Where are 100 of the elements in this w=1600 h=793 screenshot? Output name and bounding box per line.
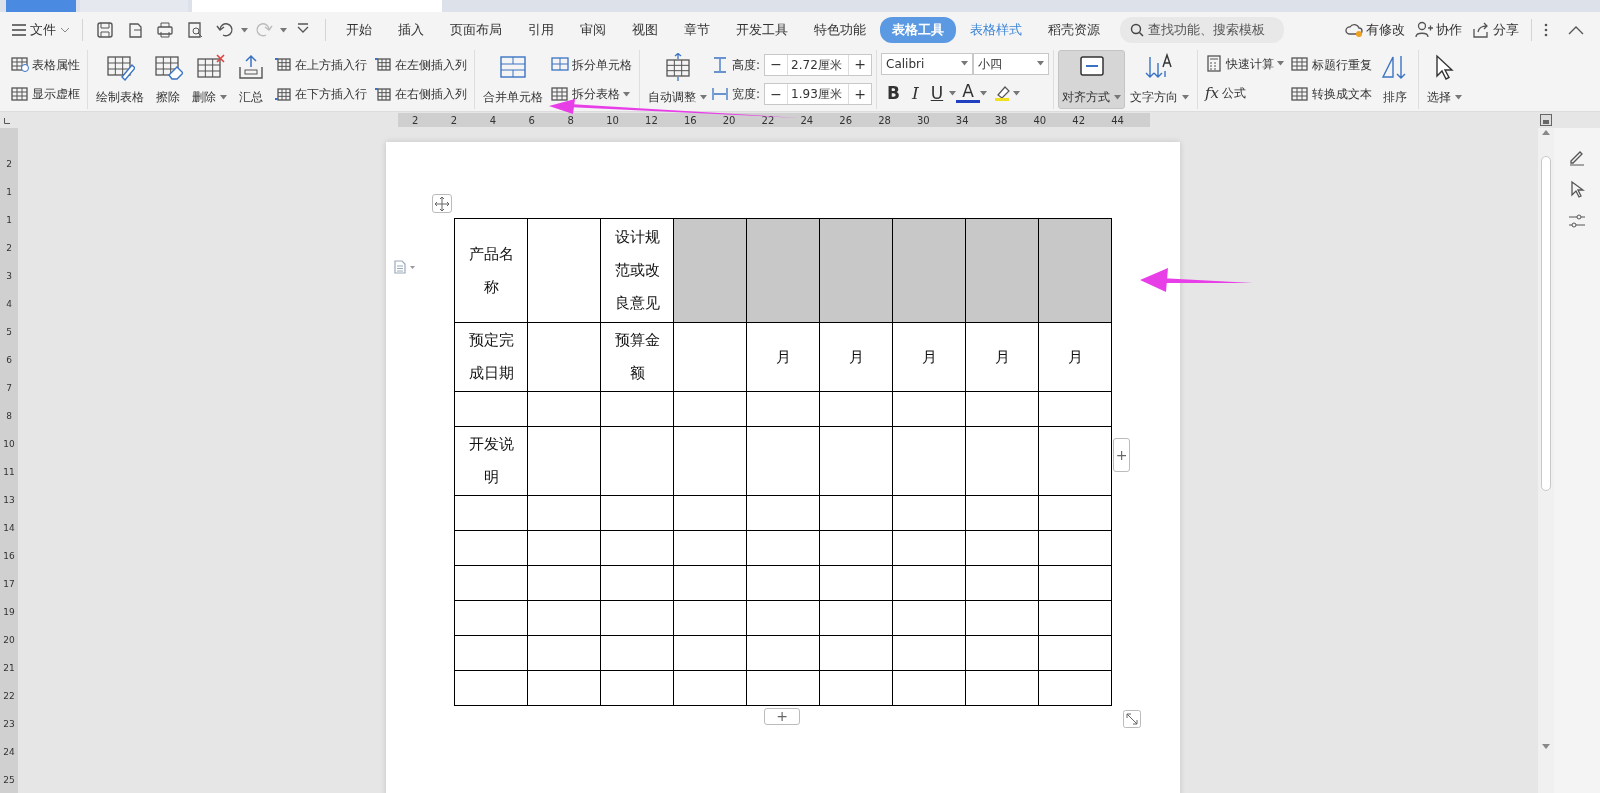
add-row-button[interactable]: + xyxy=(764,708,800,725)
table-cell: 月 xyxy=(965,322,1039,392)
pointer-icon[interactable] xyxy=(1568,180,1586,198)
ribbon-button[interactable]: 汇总 xyxy=(232,50,270,109)
spin-field[interactable]: − 1.93厘米 + xyxy=(764,83,873,106)
resize-handle-icon[interactable] xyxy=(1123,710,1141,728)
ribbon-button[interactable]: fx 公式 xyxy=(1202,80,1288,106)
menu-tab[interactable]: 插入 xyxy=(386,17,436,43)
header-action[interactable]: 协作 xyxy=(1411,18,1466,42)
ribbon-button[interactable]: 绘制表格 xyxy=(92,50,148,109)
table-gear-icon xyxy=(11,56,29,74)
ribbon-button[interactable]: 拆分单元格 xyxy=(548,54,635,75)
ribbon-button[interactable]: 选择 xyxy=(1423,50,1467,109)
ruler-toggle-icon[interactable] xyxy=(1540,114,1552,126)
font-size-field[interactable]: 小四 xyxy=(973,52,1050,75)
caret-icon xyxy=(961,61,969,67)
search-field[interactable]: 查找功能、搜索模板 xyxy=(1120,17,1284,43)
ribbon-button[interactable]: 擦除 xyxy=(149,50,187,109)
undo-icon[interactable] xyxy=(216,21,234,39)
ribbon-button[interactable]: 表格属性 xyxy=(8,54,83,75)
menu-tab[interactable]: 开始 xyxy=(334,17,384,43)
scrollbar-thumb[interactable] xyxy=(1541,156,1551,491)
add-column-button[interactable]: + xyxy=(1113,438,1130,472)
caret-icon xyxy=(1037,61,1045,67)
table-cell: 设计规范或改良意见 xyxy=(600,218,674,323)
header-rows-icon xyxy=(1291,56,1310,74)
table-cell: 月 xyxy=(819,322,893,392)
ribbon-button[interactable]: 对齐方式 xyxy=(1058,50,1126,109)
ribbon-button[interactable]: 合并单元格 xyxy=(479,50,547,109)
ribbon-button[interactable]: 显示虚框 xyxy=(8,84,83,105)
menu-tab[interactable]: 表格样式 xyxy=(958,17,1034,43)
share-icon xyxy=(1472,21,1490,39)
menu-tab[interactable]: 章节 xyxy=(672,17,722,43)
ribbon-button[interactable]: 在左侧插入列 xyxy=(371,54,470,75)
print-icon[interactable] xyxy=(156,21,174,39)
calculator-icon xyxy=(1205,55,1224,73)
menu-tab[interactable]: 稻壳资源 xyxy=(1036,17,1112,43)
file-menu[interactable]: 文件 xyxy=(8,20,74,40)
scroll-down-icon[interactable] xyxy=(1542,744,1550,749)
ribbon-button[interactable]: 在右侧插入列 xyxy=(371,84,470,105)
ribbon-button[interactable]: 快速计算 xyxy=(1202,53,1288,74)
formula-icon: fx xyxy=(1205,81,1220,105)
sliders-icon[interactable] xyxy=(1568,212,1586,230)
save-icon[interactable] xyxy=(96,21,114,39)
ribbon-button[interactable]: 转换成文本 xyxy=(1288,84,1376,105)
menu-icon xyxy=(12,24,26,36)
eraser-icon xyxy=(153,53,183,81)
table-cell: 预算金额 xyxy=(600,322,674,392)
table-icon xyxy=(498,53,528,81)
collapse-icon[interactable] xyxy=(1568,25,1584,35)
caret-icon xyxy=(280,27,287,33)
menu-tab[interactable]: 页面布局 xyxy=(438,17,514,43)
font-name-field[interactable]: Calibri xyxy=(881,52,974,75)
person-add-icon xyxy=(1415,21,1433,39)
ribbon-button[interactable]: 拆分表格 xyxy=(548,84,635,105)
scroll-up-icon[interactable] xyxy=(1542,130,1550,135)
table-cell: 开发说明 xyxy=(454,426,528,496)
table-delete-icon xyxy=(194,53,225,81)
width-icon xyxy=(712,86,728,103)
caret-icon xyxy=(949,90,957,96)
field-label: 高度: xyxy=(732,56,761,74)
tray-arrow-icon xyxy=(236,53,266,81)
move-arrows-drawing xyxy=(435,196,449,211)
bold-button[interactable]: B xyxy=(881,80,906,107)
menu-tab[interactable]: 视图 xyxy=(620,17,670,43)
vertical-ruler: 2 1 1 2 3 4 5 6 7 8 10 11 13 14 16 17 19 20 21 22 23 24 25 xyxy=(0,128,18,793)
insert-column-icon xyxy=(374,56,392,74)
ribbon-button[interactable]: 删除 xyxy=(188,50,231,109)
menu-tab[interactable]: 开发工具 xyxy=(724,17,800,43)
spin-field[interactable]: − 2.72厘米 + xyxy=(764,53,873,76)
field-label: 宽度: xyxy=(732,86,761,104)
move-handle-icon[interactable] xyxy=(432,194,452,213)
table-cell: 预定完成日期 xyxy=(454,322,528,392)
cloud-icon xyxy=(1345,21,1363,39)
header-action[interactable]: 分享 xyxy=(1468,18,1523,42)
split-table-icon xyxy=(551,85,569,103)
caret-icon xyxy=(241,27,248,33)
ribbon-button[interactable]: 自动调整 xyxy=(644,50,711,109)
menu-tab[interactable]: 特色功能 xyxy=(802,17,878,43)
table-text-icon xyxy=(1291,85,1310,103)
height-icon xyxy=(712,56,728,73)
export-icon[interactable] xyxy=(126,21,144,39)
table-cell: 月 xyxy=(892,322,966,392)
table-cell: 产品名称 xyxy=(454,218,528,323)
search-icon xyxy=(1130,23,1144,37)
ribbon-button[interactable]: 文字方向 xyxy=(1126,50,1194,109)
ribbon-button[interactable]: 排序 xyxy=(1376,50,1415,109)
menu-tab[interactable]: 审阅 xyxy=(568,17,618,43)
menu-tab[interactable]: 引用 xyxy=(516,17,566,43)
print-preview-icon[interactable] xyxy=(186,21,204,39)
ribbon-button[interactable]: 标题行重复 xyxy=(1288,54,1376,75)
caret-icon xyxy=(979,90,987,96)
insert-column-icon xyxy=(374,85,392,103)
ribbon-button[interactable]: 在下方插入行 xyxy=(271,84,370,105)
ribbon-button[interactable]: 在上方插入行 xyxy=(271,54,370,75)
caret-icon xyxy=(1012,90,1020,96)
font-color-button[interactable]: A xyxy=(956,83,980,104)
header-action[interactable]: 有修改 xyxy=(1341,18,1409,42)
underline-button[interactable]: U xyxy=(924,80,950,107)
italic-button[interactable]: I xyxy=(906,80,925,107)
